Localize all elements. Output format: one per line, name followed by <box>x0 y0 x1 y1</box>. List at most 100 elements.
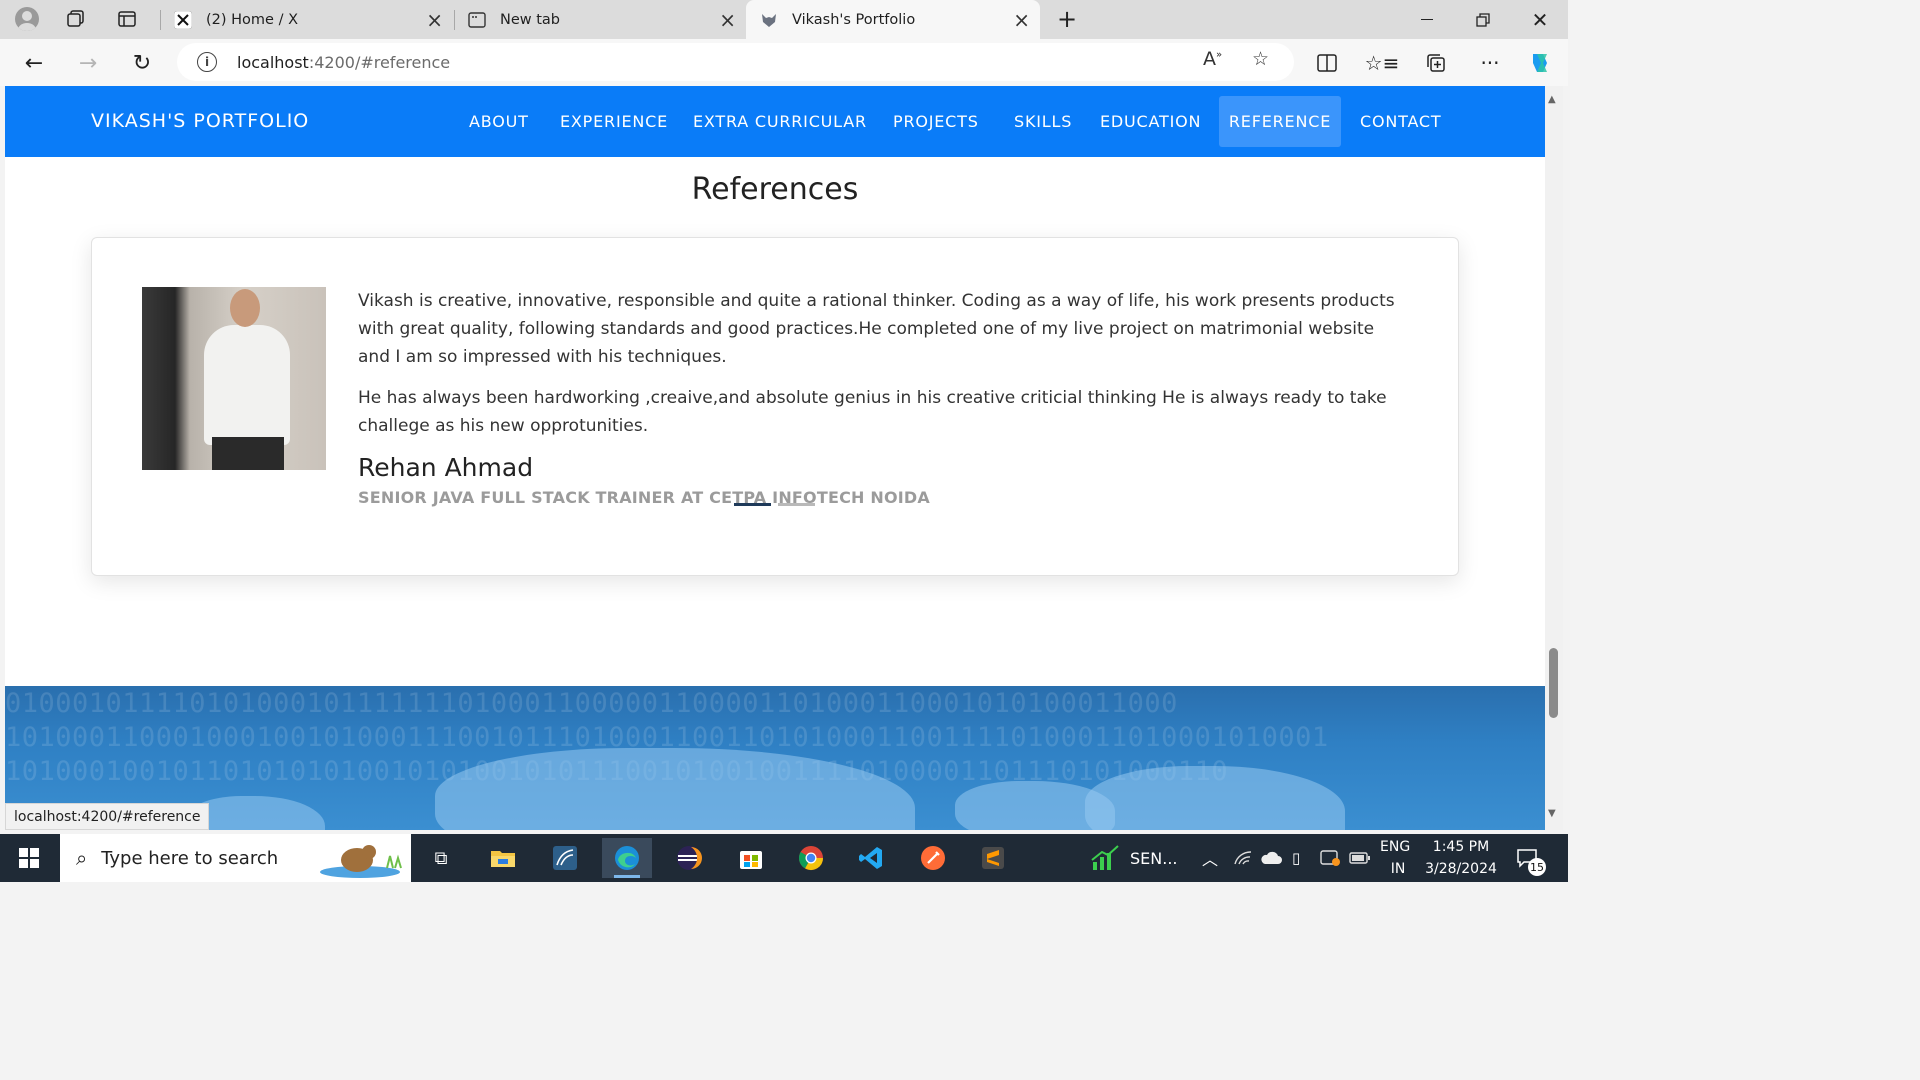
sublime-text-icon <box>982 847 1004 869</box>
scroll-up-icon[interactable]: ▲ <box>1548 94 1556 105</box>
nav-contact[interactable]: CONTACT <box>1346 96 1455 147</box>
taskbar-file-explorer[interactable] <box>478 838 528 878</box>
wolf-favicon-icon <box>760 11 778 29</box>
address-bar[interactable]: i localhost:4200/#reference <box>177 43 1294 81</box>
nav-projects[interactable]: PROJECTS <box>879 96 993 147</box>
taskbar-eclipse[interactable] <box>664 838 714 878</box>
onedrive-cloud-icon[interactable] <box>1260 834 1282 882</box>
restore-icon <box>1476 12 1490 27</box>
profile-avatar-icon <box>15 7 39 31</box>
section-title: References <box>691 172 859 207</box>
tab-new-tab[interactable]: New tab × <box>454 0 746 39</box>
vscode-icon <box>859 847 882 869</box>
restore-button[interactable] <box>1455 0 1511 39</box>
reference-quote-2: He has always been hardworking ,creaive,… <box>358 388 1387 436</box>
back-arrow-icon: ← <box>24 50 44 76</box>
taskbar-search-box[interactable]: ⌕ Type here to search <box>60 834 411 882</box>
nav-reference[interactable]: REFERENCE <box>1219 96 1341 147</box>
browser-tab-strip: (2) Home / X × New tab × Vikash's Portfo… <box>0 0 1568 39</box>
close-tab-icon[interactable]: × <box>719 8 736 32</box>
clock[interactable]: 1:45 PM 3/28/2024 <box>1425 834 1497 882</box>
taskbar-microsoft-store[interactable] <box>726 838 776 878</box>
tab-title: New tab <box>500 11 561 28</box>
more-menu-button[interactable]: ··· <box>1474 47 1506 79</box>
close-window-button[interactable]: ✕ <box>1512 0 1568 39</box>
tray-app-label: SEN... <box>1130 848 1178 868</box>
taskbar-mysql-workbench[interactable] <box>540 838 590 878</box>
windows-taskbar: ⌕ Type here to search ⧉ SEN... ︿ ▯ ENG I… <box>0 834 1568 882</box>
scroll-down-icon[interactable]: ▼ <box>1548 808 1556 819</box>
taskbar-chrome[interactable] <box>786 838 836 878</box>
back-button[interactable]: ← <box>18 47 50 79</box>
chrome-icon <box>798 846 823 871</box>
scrollbar-thumb[interactable] <box>1549 648 1558 718</box>
collections-button[interactable] <box>1420 47 1452 79</box>
copilot-icon <box>1533 54 1547 72</box>
tab-title: (2) Home / X <box>206 11 299 28</box>
taskbar-vscode[interactable] <box>846 838 896 878</box>
taskbar-edge[interactable] <box>602 838 652 878</box>
copilot-button[interactable] <box>1524 47 1556 79</box>
read-aloud-icon[interactable]: A» <box>1203 48 1222 70</box>
language-code: ENG <box>1380 839 1411 855</box>
task-view-icon: ⧉ <box>434 847 448 869</box>
tab-title: Vikash's Portfolio <box>792 11 916 28</box>
tab-actions-icon <box>118 11 136 27</box>
tab-x-home[interactable]: (2) Home / X × <box>160 0 453 39</box>
vertical-tabs-button[interactable] <box>111 4 143 34</box>
binary-row: 0100010111101010001011111110100011000001… <box>5 688 1178 719</box>
tab-vikash-portfolio[interactable]: Vikash's Portfolio × <box>746 0 1040 39</box>
eclipse-icon <box>677 846 702 870</box>
reference-quote-1: Vikash is creative, innovative, responsi… <box>358 291 1395 367</box>
minimize-icon <box>1421 18 1433 21</box>
footer-banner: 0100010111101010001011111110100011000001… <box>5 686 1545 830</box>
nav-education[interactable]: EDUCATION <box>1086 96 1215 147</box>
forward-button[interactable]: → <box>72 47 104 79</box>
close-tab-icon[interactable]: × <box>1013 8 1030 32</box>
refresh-button[interactable]: ↻ <box>126 47 158 79</box>
clock-time: 1:45 PM <box>1432 839 1490 855</box>
nav-experience[interactable]: EXPERIENCE <box>546 96 682 147</box>
profile-button[interactable] <box>11 4 43 34</box>
microsoft-store-icon <box>740 851 762 869</box>
minimize-button[interactable] <box>1399 0 1455 39</box>
carousel-indicator-active[interactable] <box>734 503 771 506</box>
taskbar-sublime-text[interactable] <box>968 838 1018 878</box>
start-button[interactable] <box>8 840 50 876</box>
split-screen-button[interactable] <box>1311 47 1343 79</box>
device-icon[interactable]: ▯ <box>1292 834 1300 882</box>
search-icon: ⌕ <box>76 846 88 870</box>
favorite-star-icon[interactable]: ☆ <box>1252 48 1269 70</box>
split-screen-icon <box>1317 54 1337 72</box>
new-tab-button[interactable]: + <box>1051 4 1083 34</box>
wifi-icon[interactable] <box>1233 834 1253 882</box>
show-hidden-icons-chevron-icon[interactable]: ︿ <box>1202 834 1218 882</box>
favorites-icon: ☆≡ <box>1364 51 1400 75</box>
close-tab-icon[interactable]: × <box>426 8 443 32</box>
site-brand[interactable]: VIKASH'S PORTFOLIO <box>91 110 309 132</box>
reference-role: SENIOR JAVA FULL STACK TRAINER AT CETPA … <box>358 488 930 507</box>
favorites-button[interactable]: ☆≡ <box>1364 47 1400 79</box>
task-view-button[interactable]: ⧉ <box>416 838 466 878</box>
taskbar-postman[interactable] <box>908 838 958 878</box>
new-tab-icon <box>468 11 486 29</box>
carousel-indicator[interactable] <box>778 503 815 506</box>
windows-logo-icon <box>19 848 39 868</box>
tray-stock-widget[interactable]: SEN... <box>1090 834 1178 882</box>
collections-icon <box>1427 54 1445 72</box>
workspaces-button[interactable] <box>60 4 92 34</box>
language-indicator[interactable]: ENG IN <box>1380 834 1410 882</box>
page-scrollbar[interactable]: ▲ ▼ <box>1545 86 1563 830</box>
page-viewport: VIKASH'S PORTFOLIO ABOUT EXPERIENCE EXTR… <box>5 86 1545 830</box>
browser-toolbar: ← → ↻ i localhost:4200/#reference A» ☆ ☆… <box>0 39 1568 86</box>
site-navbar: VIKASH'S PORTFOLIO ABOUT EXPERIENCE EXTR… <box>5 86 1545 157</box>
url-text[interactable]: localhost:4200/#reference <box>237 53 450 72</box>
site-info-icon[interactable]: i <box>197 52 217 72</box>
nav-about[interactable]: ABOUT <box>455 96 543 147</box>
forward-arrow-icon: → <box>78 50 98 76</box>
battery-icon[interactable] <box>1349 834 1371 882</box>
meet-now-icon[interactable] <box>1320 834 1340 882</box>
nav-extra-curricular[interactable]: EXTRA CURRICULAR <box>679 96 881 147</box>
nav-skills[interactable]: SKILLS <box>1000 96 1086 147</box>
notification-center-button[interactable]: 15 <box>1516 834 1546 882</box>
